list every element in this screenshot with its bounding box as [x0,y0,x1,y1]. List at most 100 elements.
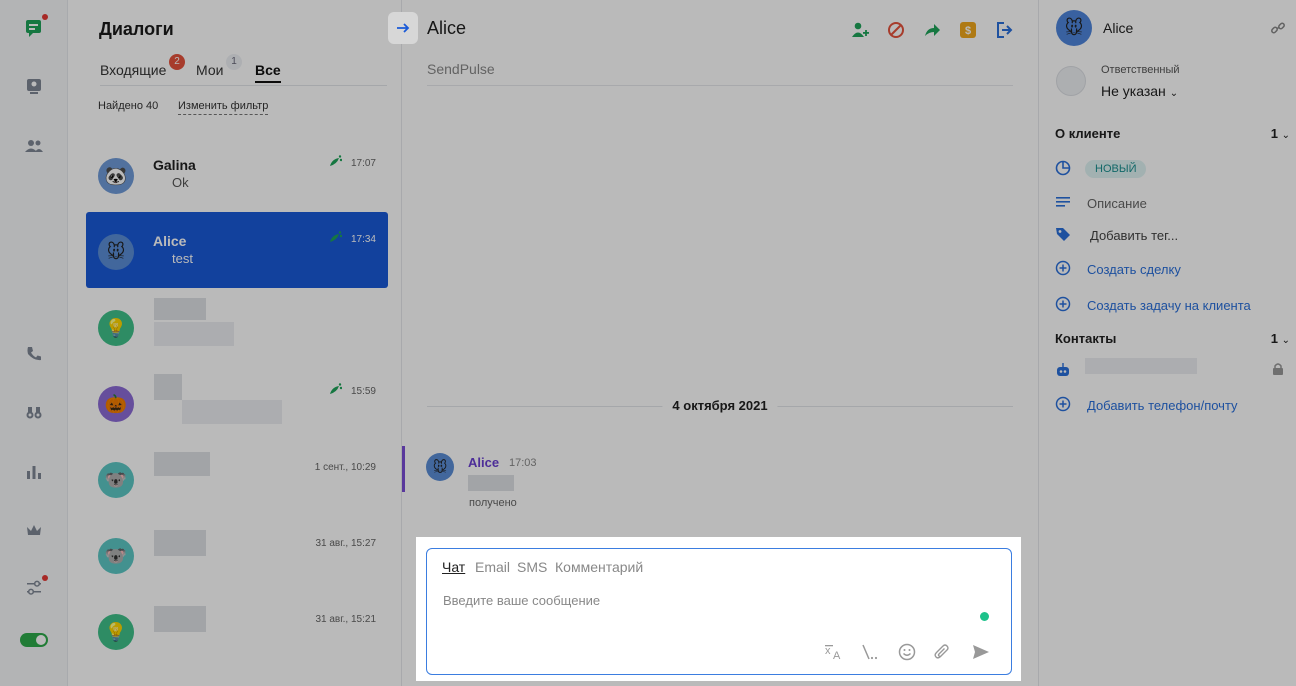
list-item[interactable]: 🐨 31 авг., 15:27 [86,516,388,592]
create-task-row[interactable]: Создать задачу на клиента [1055,296,1286,316]
message-composer[interactable]: Чат Email SMS Комментарий Введите ваше с… [426,548,1012,675]
add-tag-row[interactable]: Добавить тег... [1055,226,1286,246]
message-time: 31 авг., 15:21 [315,614,376,625]
change-filter-link[interactable]: Изменить фильтр [178,100,269,115]
status-row: НОВЫЙ [1055,160,1286,180]
chat-logo-icon[interactable] [22,14,48,40]
date-label: 4 октября 2021 [662,398,778,413]
lock-icon [1272,362,1284,379]
chevron-down-icon: ⌄ [1281,130,1290,141]
message-time: 15:59 [350,386,376,397]
pie-chart-icon [1055,160,1073,178]
binoculars-icon[interactable] [22,400,46,424]
assign-user-icon[interactable] [850,20,870,40]
redacted-message [182,400,282,424]
sliders-icon[interactable] [22,575,48,600]
responsible-avatar-icon [1056,66,1086,96]
link-icon[interactable] [1270,20,1286,36]
last-message: test [172,251,193,266]
list-item[interactable]: 🎃 15:59 [86,364,388,440]
icon-rail [0,0,68,686]
create-deal-link: Создать сделку [1087,262,1181,277]
list-item[interactable]: 🐼 Galina Ok 17:07 [86,136,388,212]
responsible-select[interactable]: Не указан ⌄ [1101,83,1178,99]
found-count: Найдено 40 [98,100,159,112]
tab-label: Все [255,62,281,78]
channel-source: SendPulse [427,61,495,77]
composer-tab-email[interactable]: Email [475,559,510,575]
collapse-list-button[interactable] [388,12,418,44]
mouse-avatar-icon: 🐭 [426,453,454,481]
close-chat-icon[interactable] [994,20,1014,40]
analytics-icon[interactable] [22,460,46,484]
chat-title: Alice [427,18,467,38]
deal-icon[interactable]: $ [958,20,978,40]
notification-dot [42,575,48,581]
contacts-title: Контакты [1055,331,1117,346]
composer-tab-sms[interactable]: SMS [517,559,547,575]
tab-incoming[interactable]: Входящие [100,62,166,78]
add-phone-row[interactable]: Добавить телефон/почту [1055,396,1286,416]
tab-mine[interactable]: Мои [196,62,223,78]
panel-title: Диалоги [99,19,174,39]
svg-text:x: x [825,645,831,657]
about-client-title: О клиенте [1055,126,1121,141]
status-badge[interactable]: НОВЫЙ [1085,160,1147,178]
list-item-selected[interactable]: 🐭 Alice test 17:34 [86,212,388,288]
mouse-avatar-icon: 🐭 [1056,10,1092,46]
message-time: 17:07 [350,158,376,169]
chevron-down-icon: ⌄ [1281,335,1290,346]
unread-badge: 2 [169,54,185,70]
translate-icon[interactable]: xA [823,641,845,663]
message-highlight-bar [402,446,405,492]
redacted-name [154,298,206,320]
users-icon[interactable] [22,134,46,158]
list-item[interactable]: 🐨 1 сент., 10:29 [86,440,388,516]
contact-channel-row[interactable] [1055,358,1286,382]
date-separator: 4 октября 2021 [427,398,1013,414]
chat-channel-icon [330,231,342,242]
section-count: 1 [1270,331,1278,346]
composer-tab-comment[interactable]: Комментарий [555,559,643,575]
chat-channel-icon [330,155,342,166]
status-toggle[interactable] [20,633,48,647]
send-icon[interactable] [970,641,992,663]
contacts-toggle[interactable]: 1 ⌄ [1271,331,1290,346]
bulb-avatar-icon: 💡 [98,614,134,650]
add-phone-link: Добавить телефон/почту [1087,398,1238,413]
redacted-name [154,452,210,476]
chat-channel-icon [330,383,342,394]
message-time: 1 сент., 10:29 [314,462,376,473]
redacted-name [154,606,206,632]
emoji-icon[interactable] [896,641,918,663]
online-indicator [980,612,989,621]
dialog-tabs: Входящие 2 Мои 1 Все [100,54,387,86]
quick-reply-icon[interactable] [859,641,881,663]
arrow-right-icon [397,23,410,33]
composer-tab-chat[interactable]: Чат [442,559,465,575]
redacted-contact [1085,358,1197,374]
block-icon[interactable] [886,20,906,40]
crown-icon[interactable] [22,518,46,542]
responsible-value: Не указан [1101,83,1166,99]
bulb-avatar-icon: 💡 [98,310,134,346]
attach-icon[interactable] [931,641,953,663]
notification-dot [42,14,48,20]
create-deal-row[interactable]: Создать сделку [1055,260,1286,280]
divider [427,85,1013,86]
about-client-toggle[interactable]: 1 ⌄ [1271,126,1290,141]
list-item[interactable]: 💡 [86,288,388,364]
monitor-icon[interactable] [22,74,46,98]
create-task-link: Создать задачу на клиента [1087,298,1251,313]
koala-avatar-icon: 🐨 [98,462,134,498]
tab-all[interactable]: Все [255,62,281,83]
contact-name: Alice [153,233,187,249]
forward-icon[interactable] [922,20,942,40]
message-status: получено [469,497,517,509]
message-time: 17:03 [509,457,537,469]
list-item[interactable]: 💡 31 авг., 15:21 [86,592,388,668]
redacted-name [154,530,206,556]
phone-icon[interactable] [22,342,46,366]
message-input[interactable]: Введите ваше сообщение [443,593,600,608]
description-row[interactable]: Описание [1055,194,1286,214]
